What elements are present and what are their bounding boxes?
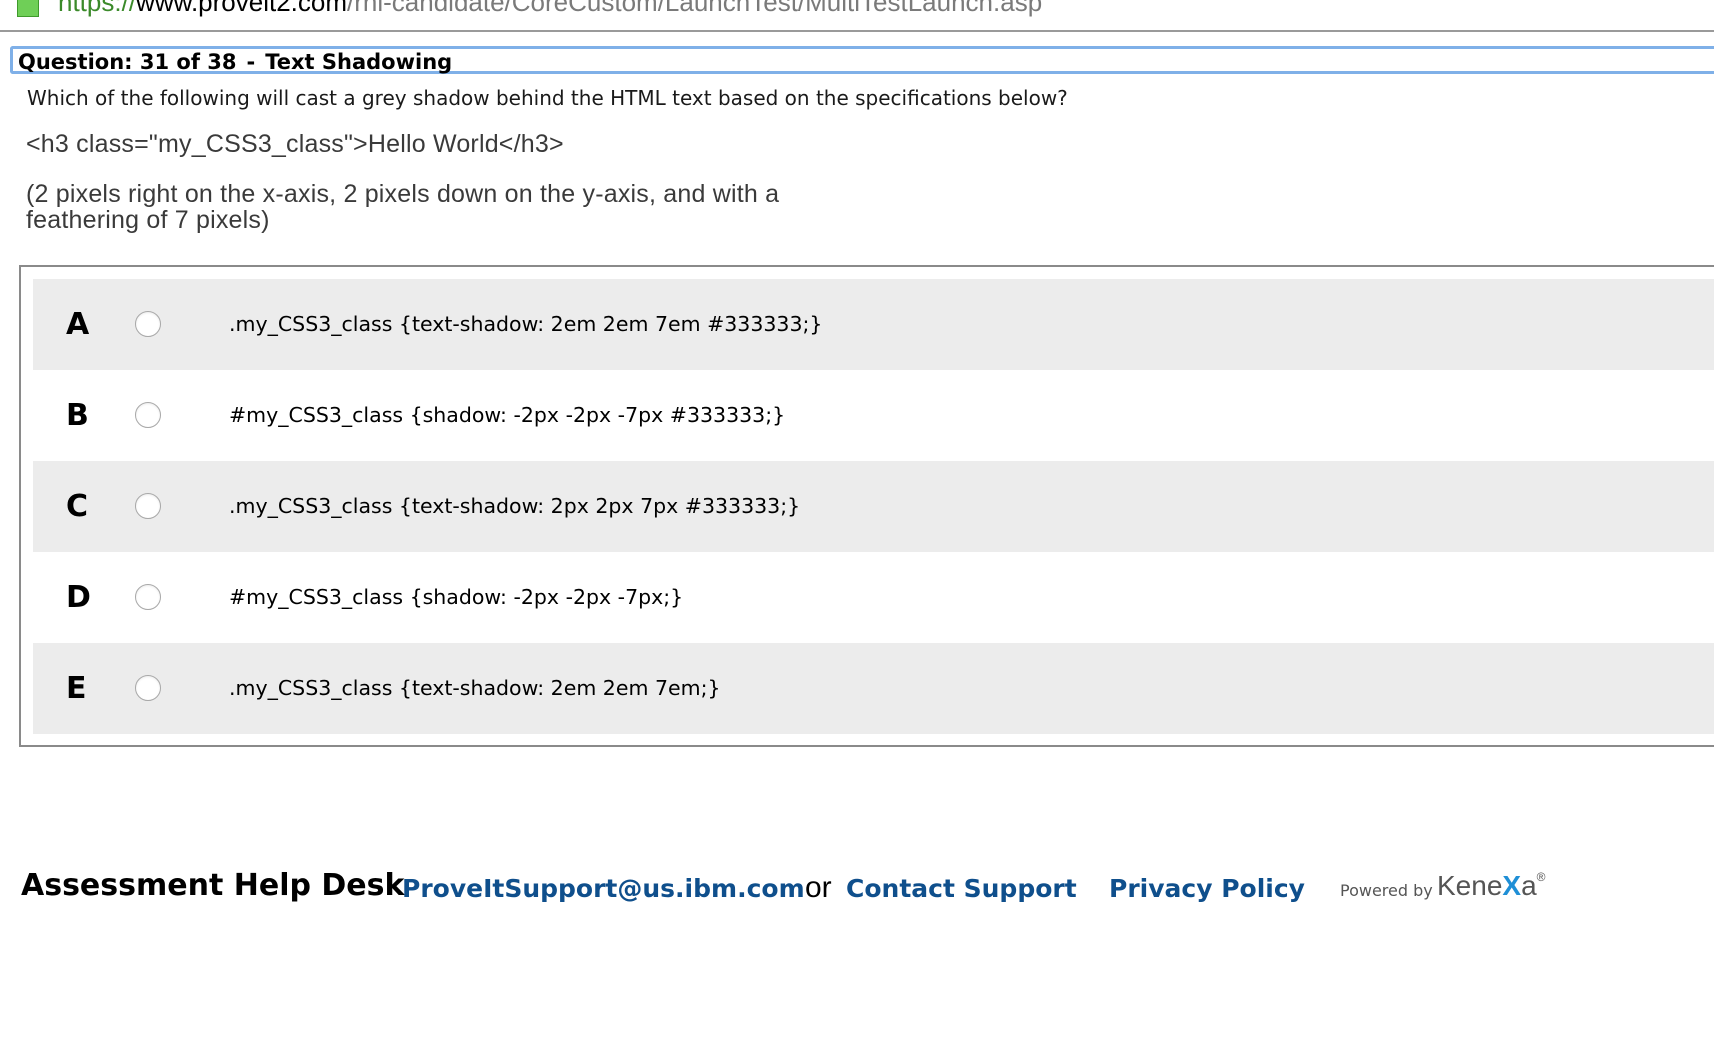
option-letter: B — [66, 398, 89, 433]
question-code: <h3 class="my_CSS3_class">Hello World</h… — [26, 130, 564, 158]
option-letter: D — [66, 580, 91, 615]
url-scheme: https:// — [58, 0, 137, 17]
question-header-text: Question: 31 of 38- Text Shadowing — [18, 50, 452, 74]
support-email-link[interactable]: ProveItSupport@us.ibm.com — [402, 869, 805, 909]
answer-option-a[interactable]: A .my_CSS3_class {text-shadow: 2em 2em 7… — [33, 279, 1714, 370]
question-number: 31 of 38 — [139, 50, 237, 74]
answer-option-b[interactable]: B #my_CSS3_class {shadow: -2px -2px -7px… — [33, 370, 1714, 461]
radio-button-e[interactable] — [135, 675, 161, 701]
kenexa-logo-prefix: Kene — [1437, 870, 1503, 901]
radio-button-d[interactable] — [135, 584, 161, 610]
option-letter: A — [66, 307, 90, 342]
secure-lock-icon — [17, 0, 39, 17]
privacy-policy-link[interactable]: Privacy Policy — [1109, 869, 1305, 909]
answer-option-e[interactable]: E .my_CSS3_class {text-shadow: 2em 2em 7… — [33, 643, 1714, 734]
url-text[interactable]: https://www.proveit2.com/rhl-candidate/C… — [58, 0, 1042, 16]
kenexa-logo-x: X — [1502, 870, 1522, 901]
radio-button-a[interactable] — [135, 311, 161, 337]
question-label: Question: — [18, 50, 133, 74]
question-title: Text Shadowing — [265, 50, 453, 74]
spec-line-2: feathering of 7 pixels) — [26, 206, 270, 234]
kenexa-logo: KeneXa® — [1437, 866, 1546, 906]
question-header: Question: 31 of 38- Text Shadowing — [10, 46, 1714, 74]
answer-options-panel: A .my_CSS3_class {text-shadow: 2em 2em 7… — [19, 265, 1714, 747]
option-letter: E — [66, 671, 87, 706]
question-separator: - — [246, 50, 256, 74]
option-text[interactable]: #my_CSS3_class {shadow: -2px -2px -7px #… — [229, 370, 785, 461]
radio-button-c[interactable] — [135, 493, 161, 519]
answer-option-c[interactable]: C .my_CSS3_class {text-shadow: 2px 2px 7… — [33, 461, 1714, 552]
option-text[interactable]: #my_CSS3_class {shadow: -2px -2px -7px;} — [229, 552, 683, 643]
address-bar[interactable]: https://www.proveit2.com/rhl-candidate/C… — [0, 0, 1714, 32]
or-text: or — [805, 871, 832, 904]
contact-support-link[interactable]: Contact Support — [846, 869, 1077, 909]
radio-button-b[interactable] — [135, 402, 161, 428]
trademark-mark: ® — [1536, 870, 1546, 884]
option-letter: C — [66, 489, 89, 524]
question-prompt: Which of the following will cast a grey … — [27, 86, 1068, 110]
powered-by-text: Powered by — [1340, 881, 1433, 900]
question-spec: (2 pixels right on the x-axis, 2 pixels … — [26, 181, 886, 233]
option-text[interactable]: .my_CSS3_class {text-shadow: 2em 2em 7em… — [229, 279, 822, 370]
answer-option-d[interactable]: D #my_CSS3_class {shadow: -2px -2px -7px… — [33, 552, 1714, 643]
option-text[interactable]: .my_CSS3_class {text-shadow: 2px 2px 7px… — [229, 461, 800, 552]
help-desk-heading: Assessment Help Desk — [21, 868, 405, 903]
option-text[interactable]: .my_CSS3_class {text-shadow: 2em 2em 7em… — [229, 643, 721, 734]
kenexa-logo-suffix: a — [1521, 870, 1537, 901]
url-path: /rhl-candidate/CoreCustom/LaunchTest/Mul… — [347, 0, 1043, 17]
url-host: www.proveit2.com — [136, 0, 348, 17]
spec-line-1: (2 pixels right on the x-axis, 2 pixels … — [26, 180, 780, 208]
